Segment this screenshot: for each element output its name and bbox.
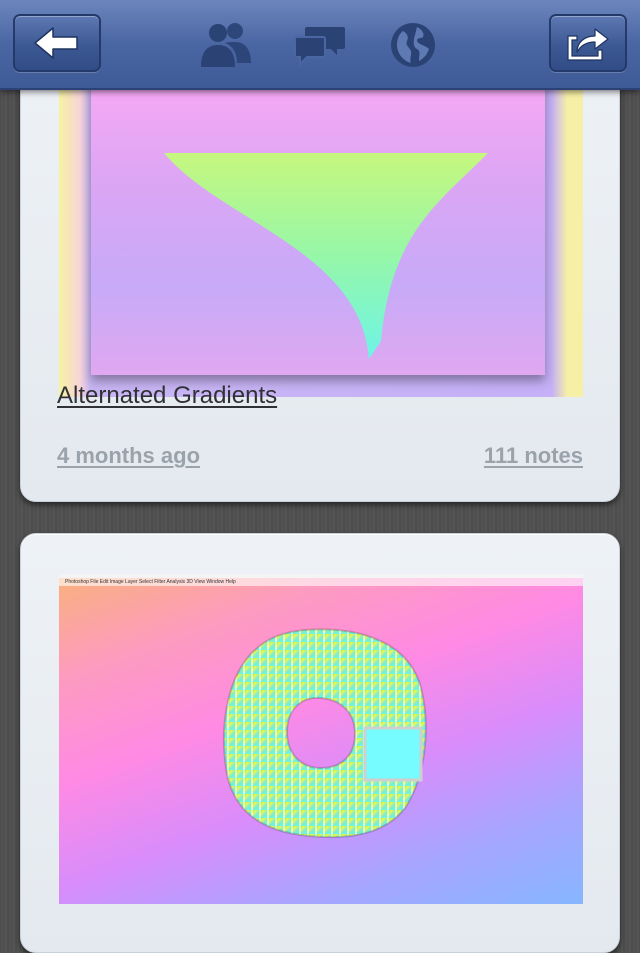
post-photo[interactable]: Photoshop File Edit Image Layer Select F… bbox=[59, 574, 583, 904]
post-notes-link[interactable]: 111 notes bbox=[484, 443, 583, 469]
share-icon bbox=[567, 28, 609, 61]
dashboard-people-button[interactable] bbox=[199, 18, 253, 72]
photo-gradient-panel bbox=[91, 81, 545, 375]
post-card[interactable]: Photoshop File Edit Image Layer Select F… bbox=[20, 533, 620, 953]
back-button[interactable] bbox=[13, 14, 101, 72]
back-arrow-icon bbox=[34, 27, 78, 59]
post-card[interactable]: Alternated Gradients 4 months ago 111 no… bbox=[20, 40, 620, 502]
window-stack-ring-art bbox=[222, 628, 427, 839]
people-icon bbox=[201, 23, 251, 67]
post-photo[interactable] bbox=[59, 81, 583, 397]
post-title-link[interactable]: Alternated Gradients bbox=[57, 382, 277, 410]
messages-button[interactable] bbox=[293, 18, 347, 72]
post-timestamp-link[interactable]: 4 months ago bbox=[57, 443, 200, 469]
globe-icon bbox=[391, 23, 435, 67]
explore-button[interactable] bbox=[386, 18, 440, 72]
top-nav-bar bbox=[0, 0, 640, 90]
chat-bubbles-icon bbox=[294, 27, 345, 67]
share-button[interactable] bbox=[549, 14, 627, 72]
gradient-funnel-shape bbox=[164, 153, 488, 359]
